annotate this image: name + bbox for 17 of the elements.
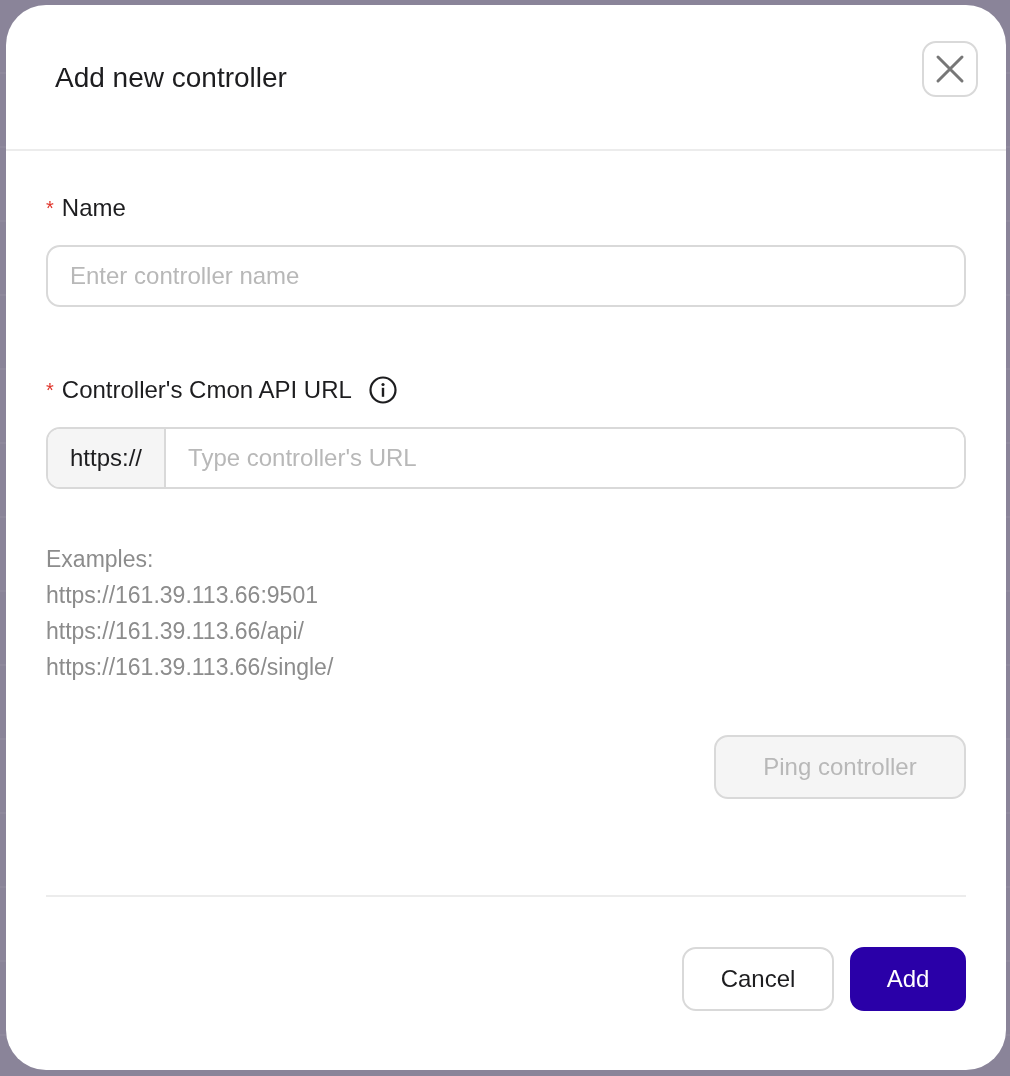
example-text: https://161.39.113.66:9501: [46, 581, 319, 610]
field-label: Controller's Cmon API URL: [61, 375, 352, 405]
url-input-group[interactable]: https:// Type controller's URL: [46, 427, 966, 489]
field-label: Name: [61, 193, 126, 223]
info-icon[interactable]: [367, 375, 398, 405]
example-text: https://161.39.113.66/api/: [46, 617, 305, 646]
example-text: Examples:: [46, 545, 155, 574]
url-prefix: https://: [48, 429, 167, 487]
dialog-title: Add new controller: [55, 61, 287, 95]
required-mark: *: [46, 196, 54, 221]
required-mark: *: [46, 378, 54, 403]
name-field[interactable]: Enter controller name: [46, 245, 966, 307]
close-icon: [935, 54, 965, 84]
cancel-button[interactable]: Cancel: [682, 947, 834, 1011]
close-button[interactable]: [922, 41, 978, 97]
example-text: https://161.39.113.66/single/: [46, 653, 335, 682]
add-button[interactable]: Add: [850, 947, 966, 1011]
